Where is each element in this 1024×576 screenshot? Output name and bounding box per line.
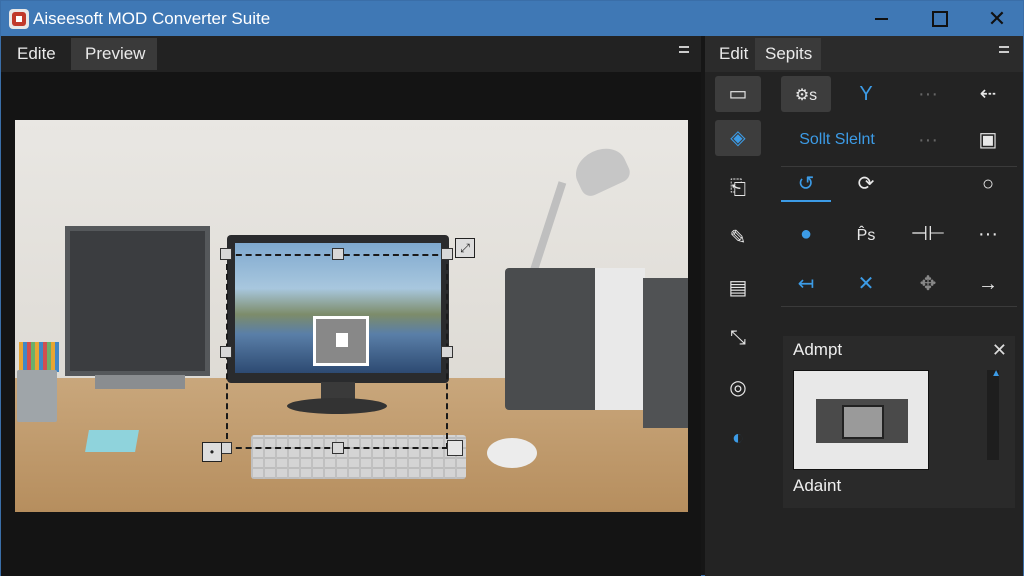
- tool-divider-1: [781, 166, 1017, 167]
- tab-preview[interactable]: Preview: [71, 38, 157, 70]
- stack-icon[interactable]: ▤: [715, 270, 761, 306]
- clock-icon[interactable]: ●: [781, 216, 831, 252]
- tab-edite[interactable]: Edite: [3, 38, 70, 70]
- crop-handle-right[interactable]: [441, 346, 453, 358]
- screen-icon[interactable]: ▭: [715, 76, 761, 112]
- pane-menu-icon[interactable]: [679, 44, 691, 56]
- crop-center-marker[interactable]: [313, 316, 369, 366]
- settings-label: ⚙s: [794, 87, 818, 104]
- scene-pencils: [19, 342, 59, 372]
- crop-handle-left[interactable]: [220, 346, 232, 358]
- forward-arrow-icon[interactable]: →: [963, 266, 1013, 302]
- tab-edit[interactable]: Edit: [709, 38, 758, 70]
- rotate-left-icon[interactable]: ↺: [781, 166, 831, 202]
- preview-tabs: Edite Preview: [1, 36, 701, 72]
- fp-button[interactable]: P̂s: [841, 216, 891, 252]
- edit-pane-menu-icon[interactable]: [999, 44, 1011, 56]
- undo-icon[interactable]: ↤: [781, 266, 831, 302]
- rotate-both-icon[interactable]: ⟳: [841, 166, 891, 202]
- scene-mouse: [487, 438, 537, 468]
- scene-left-monitor-stand: [95, 375, 185, 389]
- scene-pc-tower-2: [643, 278, 688, 428]
- fp-label: P̂s: [856, 227, 876, 244]
- layers-icon[interactable]: ◈: [715, 120, 761, 156]
- pen-icon[interactable]: ✎: [715, 220, 761, 256]
- target-icon[interactable]: ◎: [715, 370, 761, 406]
- adjust-panel-title: Admpt: [793, 340, 843, 359]
- crop-handle-top-left[interactable]: [220, 248, 232, 260]
- resize-icon[interactable]: ⤡: [715, 320, 761, 356]
- tool-divider-2: [781, 306, 1017, 307]
- title-bar: Aiseesoft MOD Converter Suite ✕: [1, 1, 1023, 36]
- back-arrow-icon[interactable]: ⇠: [963, 76, 1013, 112]
- crop-anchor-icon[interactable]: •: [202, 442, 222, 462]
- brush-icon[interactable]: ◐: [715, 420, 761, 456]
- close-icon: ✕: [987, 6, 1007, 31]
- preview-pane: Edite Preview ⤢ •: [1, 36, 701, 576]
- crop-handle-bottom-right[interactable]: [447, 440, 463, 456]
- edit-tabs: Edit Sepits: [705, 36, 1023, 72]
- app-window: Aiseesoft MOD Converter Suite ✕ Edite Pr…: [0, 0, 1024, 576]
- app-logo-icon: [9, 9, 29, 29]
- settings-button[interactable]: ⚙s: [781, 76, 831, 112]
- crop-handle-bottom[interactable]: [332, 442, 344, 454]
- scene-pc-tower: [505, 268, 600, 410]
- image-icon[interactable]: ▣: [963, 122, 1013, 158]
- adjust-scrollbar[interactable]: [987, 370, 999, 460]
- window-title: Aiseesoft MOD Converter Suite: [33, 9, 271, 28]
- crop-icon[interactable]: ⎗: [715, 170, 761, 206]
- close-x-icon[interactable]: ✕: [841, 266, 891, 302]
- more-icon[interactable]: ···: [903, 76, 953, 112]
- scene-pencil-cup: [17, 370, 57, 422]
- adjust-panel: Admpt ✕ ▲ Adaint: [783, 336, 1015, 508]
- tool-grid: ⚙s Y ··· ⇠ Sollt Slelnt ··· ▣ ↺ ⟳ ○ ● P̂…: [781, 74, 1017, 334]
- edit-pane: Edit Sepits ▭ ◈ ⎗ ✎ ▤ ⤡ ◎ ◐ ⚙s Y ··· ⇠ S…: [705, 36, 1023, 576]
- crop-pin-icon[interactable]: ⤢: [455, 238, 475, 258]
- adjust-thumbnail[interactable]: [793, 370, 929, 470]
- more-icon-3[interactable]: ···: [963, 216, 1013, 252]
- circle-icon[interactable]: ○: [963, 166, 1013, 202]
- close-window-button[interactable]: ✕: [967, 1, 1024, 36]
- scroll-up-icon[interactable]: ▲: [991, 368, 1001, 379]
- split-label[interactable]: Sollt Slelnt: [781, 122, 893, 158]
- scene-left-monitor: [65, 226, 210, 376]
- scene-sticky-note: [85, 430, 139, 452]
- more-icon-2[interactable]: ···: [903, 122, 953, 158]
- crop-handle-top[interactable]: [332, 248, 344, 260]
- maximize-button[interactable]: [909, 1, 969, 36]
- merge-icon[interactable]: Y: [841, 76, 891, 112]
- minimize-button[interactable]: [851, 1, 911, 36]
- crop-handle-top-right[interactable]: [441, 248, 453, 260]
- side-toolbar: ▭ ◈ ⎗ ✎ ▤ ⤡ ◎ ◐: [713, 74, 765, 474]
- adjust-close-icon[interactable]: ✕: [992, 340, 1007, 361]
- scene-white-box: [595, 268, 645, 410]
- split-h-icon[interactable]: ⊣⊢: [903, 216, 953, 252]
- adjust-panel-label: Adaint: [793, 476, 842, 495]
- tab-sepits[interactable]: Sepits: [755, 38, 821, 70]
- move-icon[interactable]: ✥: [903, 266, 953, 302]
